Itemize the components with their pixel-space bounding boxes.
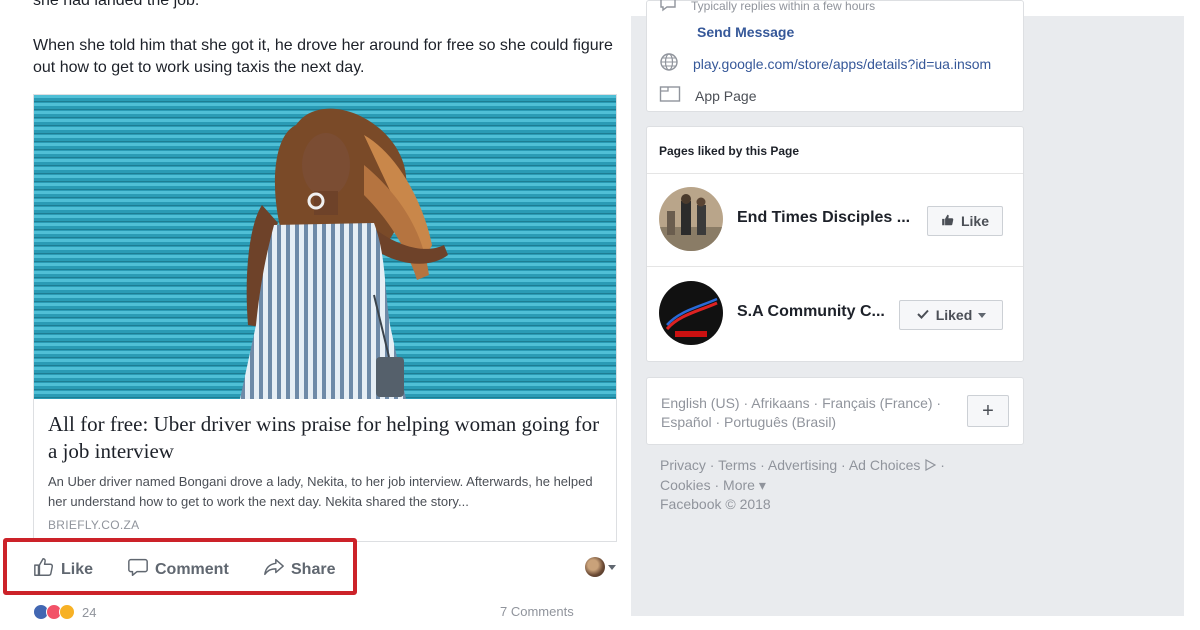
response-time-row: Typically replies within a few hours <box>659 0 875 16</box>
liked-page-label: Liked <box>935 307 973 323</box>
footer-link[interactable]: Advertising <box>768 457 837 473</box>
liked-page-button[interactable]: Liked <box>899 300 1003 330</box>
chevron-down-icon <box>608 564 616 570</box>
language-option[interactable]: Afrikaans <box>751 395 809 411</box>
checkmark-icon <box>916 307 930 324</box>
link-preview-card[interactable]: All for free: Uber driver wins praise fo… <box>33 94 617 542</box>
link-preview-body: All for free: Uber driver wins praise fo… <box>34 399 616 541</box>
post-card: she had landed the job. When she told hi… <box>18 0 631 630</box>
woman-photo-illustration <box>34 95 616 399</box>
pages-liked-panel: Pages liked by this Page End Times Disci… <box>646 126 1024 362</box>
app-url-link[interactable]: play.google.com/store/apps/details?id=ua… <box>693 56 991 72</box>
post-text-cutoff-line: she had landed the job. <box>33 0 200 9</box>
footer-link[interactable]: More <box>723 477 755 493</box>
like-page-label: Like <box>960 213 989 229</box>
language-list: English (US) · Afrikaans · Français (Fra… <box>661 395 942 430</box>
footer-link[interactable]: Ad Choices <box>849 457 921 473</box>
comments-count-link[interactable]: 7 Comments <box>500 604 574 619</box>
language-option[interactable]: Português (Brasil) <box>724 414 836 430</box>
about-panel: Typically replies within a few hours Sen… <box>646 0 1024 112</box>
add-language-button[interactable]: + <box>967 395 1009 427</box>
link-domain: BRIEFLY.CO.ZA <box>48 518 140 532</box>
globe-icon <box>659 52 679 75</box>
website-row: play.google.com/store/apps/details?id=ua… <box>659 52 991 75</box>
page-avatar[interactable] <box>659 187 723 251</box>
link-preview-image[interactable] <box>34 95 616 399</box>
page-name[interactable]: End Times Disciples ... <box>737 209 910 227</box>
facebook-page-screenshot: she had landed the job. When she told hi… <box>0 0 1200 630</box>
avatar <box>585 557 605 577</box>
footer-link[interactable]: Privacy <box>660 457 706 473</box>
footer-link[interactable]: Cookies <box>660 477 711 493</box>
chat-bubble-icon <box>659 0 677 16</box>
chevron-down-icon <box>978 312 987 318</box>
app-page-row[interactable]: App Page <box>659 85 757 106</box>
divider <box>647 173 1023 174</box>
post-as-selector[interactable] <box>585 557 616 577</box>
like-page-button[interactable]: Like <box>927 206 1003 236</box>
link-description: An Uber driver named Bongani drove a lad… <box>48 474 593 509</box>
divider <box>647 266 1023 267</box>
language-option[interactable]: Español <box>661 414 712 430</box>
app-window-icon <box>659 85 681 106</box>
link-title[interactable]: All for free: Uber driver wins praise fo… <box>48 411 602 465</box>
copyright-text: Facebook © 2018 <box>660 496 771 512</box>
response-time-text: Typically replies within a few hours <box>691 0 876 13</box>
reactions-summary[interactable]: 24 <box>33 604 96 620</box>
send-message-link[interactable]: Send Message <box>697 24 794 40</box>
liked-page-item[interactable]: S.A Community C... Liked <box>659 281 1013 351</box>
highlight-annotation-box <box>3 538 357 595</box>
footer-link[interactable]: Terms <box>718 457 756 473</box>
page-avatar[interactable] <box>659 281 723 345</box>
haha-reaction-icon <box>59 604 75 620</box>
page-name[interactable]: S.A Community C... <box>737 303 885 321</box>
language-current[interactable]: English (US) <box>661 395 740 411</box>
footer-links: Privacy · Terms · Advertising · Ad Choic… <box>660 457 945 512</box>
post-paragraph: When she told him that she got it, he dr… <box>33 37 613 76</box>
pages-liked-heading: Pages liked by this Page <box>659 144 800 158</box>
app-page-label: App Page <box>695 87 757 104</box>
liked-page-item[interactable]: End Times Disciples ... Like <box>659 187 1013 257</box>
ad-choices-icon <box>924 457 937 476</box>
reaction-count: 24 <box>82 604 97 620</box>
language-panel: English (US) · Afrikaans · Français (Fra… <box>646 377 1024 445</box>
thumbs-up-icon <box>941 213 955 230</box>
language-option[interactable]: Français (France) <box>822 395 932 411</box>
